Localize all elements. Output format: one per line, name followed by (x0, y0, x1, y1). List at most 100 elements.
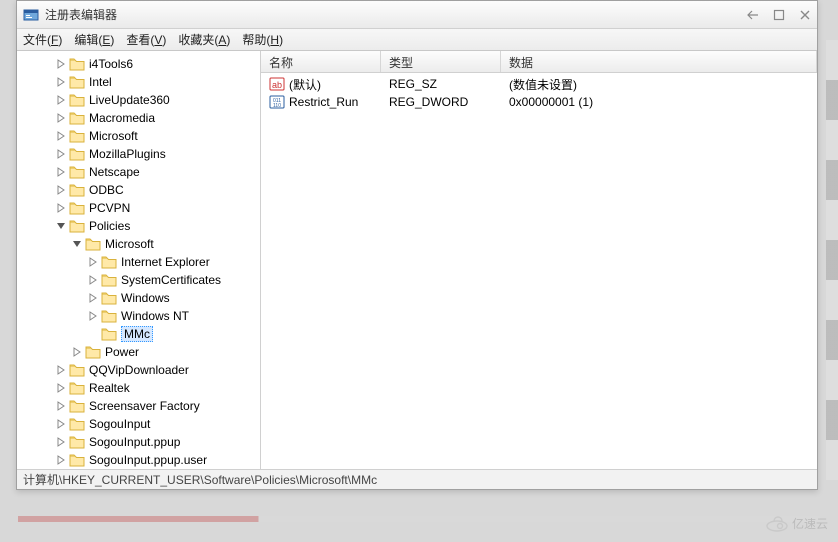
expander-icon[interactable] (87, 274, 99, 286)
expander-icon[interactable] (55, 400, 67, 412)
watermark: 亿速云 (766, 515, 828, 532)
tree-item[interactable]: i4Tools6 (17, 55, 260, 73)
value-type: REG_SZ (389, 77, 437, 91)
tree-item-label: SogouInput (89, 417, 150, 431)
menu-file[interactable]: 文件(F) (23, 31, 62, 48)
maximize-button[interactable] (773, 9, 785, 21)
tree-item-label: SogouInput.ppup.user (89, 453, 207, 467)
tree-item[interactable]: QQVipDownloader (17, 361, 260, 379)
expander-icon[interactable] (87, 310, 99, 322)
menu-help[interactable]: 帮助(H) (242, 31, 283, 48)
tree-item[interactable]: Policies (17, 217, 260, 235)
titlebar[interactable]: 注册表编辑器 (17, 1, 817, 29)
expander-icon[interactable] (71, 238, 83, 250)
expander-icon[interactable] (55, 418, 67, 430)
tree-item[interactable]: Netscape (17, 163, 260, 181)
status-path: 计算机\HKEY_CURRENT_USER\Software\Policies\… (23, 471, 377, 488)
minimize-button[interactable] (747, 9, 759, 21)
value-type: REG_DWORD (389, 95, 468, 109)
expander-icon[interactable] (55, 130, 67, 142)
menu-view[interactable]: 查看(V) (126, 31, 166, 48)
tree-item[interactable]: MMc (17, 325, 260, 343)
tree-item[interactable]: SogouInput (17, 415, 260, 433)
expander-icon[interactable] (87, 256, 99, 268)
tree-item[interactable]: Intel (17, 73, 260, 91)
expander-icon[interactable] (55, 202, 67, 214)
menu-favorites[interactable]: 收藏夹(A) (178, 31, 230, 48)
expander-icon[interactable] (55, 76, 67, 88)
tree-item-label: LiveUpdate360 (89, 93, 170, 107)
expander-icon[interactable] (87, 292, 99, 304)
list-row[interactable]: ab(默认)REG_SZ(数值未设置) (261, 75, 817, 93)
list-row[interactable]: 011110Restrict_RunREG_DWORD0x00000001 (1… (261, 93, 817, 111)
expander-icon[interactable] (55, 58, 67, 70)
tree-item[interactable]: Power (17, 343, 260, 361)
tree-item[interactable]: Realtek (17, 379, 260, 397)
tree-item[interactable]: Macromedia (17, 109, 260, 127)
expander-icon[interactable] (55, 436, 67, 448)
tree-item-label: SogouInput.ppup (89, 435, 180, 449)
registry-tree: i4Tools6 Intel LiveUpdate360 Macromedia Micr… (17, 55, 260, 469)
tree-item[interactable]: ODBC (17, 181, 260, 199)
value-name: (默认) (289, 76, 321, 93)
list-pane[interactable]: 名称 类型 数据 ab(默认)REG_SZ(数值未设置)011110Restri… (261, 51, 817, 469)
tree-item-label: MozillaPlugins (89, 147, 166, 161)
tree-item[interactable]: SystemCertificates (17, 271, 260, 289)
menubar: 文件(F) 编辑(E) 查看(V) 收藏夹(A) 帮助(H) (17, 29, 817, 51)
tree-item-label: QQVipDownloader (89, 363, 189, 377)
tree-item[interactable]: Microsoft (17, 127, 260, 145)
tree-item[interactable]: Microsoft (17, 235, 260, 253)
tree-item[interactable]: SogouInput.ppup (17, 433, 260, 451)
tree-item-label: Macromedia (89, 111, 155, 125)
expander-icon[interactable] (55, 148, 67, 160)
tree-item-label: Screensaver Factory (89, 399, 200, 413)
tree-item-label: Internet Explorer (121, 255, 210, 269)
tree-item[interactable]: Internet Explorer (17, 253, 260, 271)
tree-item[interactable]: Screensaver Factory (17, 397, 260, 415)
app-icon (23, 7, 39, 23)
tree-item-label: i4Tools6 (89, 57, 133, 71)
expander-icon[interactable] (55, 454, 67, 466)
tree-item-label: Windows (121, 291, 170, 305)
column-header-data[interactable]: 数据 (501, 51, 817, 72)
expander-icon[interactable] (55, 94, 67, 106)
column-header-name[interactable]: 名称 (261, 51, 381, 72)
window-title: 注册表编辑器 (45, 6, 117, 23)
tree-item-label: Microsoft (89, 129, 138, 143)
svg-text:ab: ab (272, 80, 282, 90)
tree-item-label: Microsoft (105, 237, 154, 251)
list-header: 名称 类型 数据 (261, 51, 817, 73)
tree-item[interactable]: Windows NT (17, 307, 260, 325)
background-decor (826, 40, 838, 480)
tree-item-label: Realtek (89, 381, 130, 395)
expander-icon[interactable] (55, 382, 67, 394)
expander-icon[interactable] (71, 346, 83, 358)
tree-item-label: SystemCertificates (121, 273, 221, 287)
content-area: i4Tools6 Intel LiveUpdate360 Macromedia Micr… (17, 51, 817, 469)
tree-item-label: MMc (121, 326, 153, 342)
regedit-window: 注册表编辑器 文件(F) 编辑(E) 查看(V) 收藏夹(A) 帮助(H) i4… (16, 0, 818, 490)
value-data: 0x00000001 (1) (509, 95, 593, 109)
expander-icon[interactable] (55, 184, 67, 196)
column-header-type[interactable]: 类型 (381, 51, 501, 72)
menu-edit[interactable]: 编辑(E) (74, 31, 114, 48)
statusbar: 计算机\HKEY_CURRENT_USER\Software\Policies\… (17, 469, 817, 489)
tree-item-label: PCVPN (89, 201, 130, 215)
svg-text:110: 110 (273, 103, 281, 109)
expander-icon[interactable] (55, 220, 67, 232)
watermark-text: 亿速云 (792, 515, 828, 532)
tree-item-label: Policies (89, 219, 130, 233)
tree-item[interactable]: PCVPN (17, 199, 260, 217)
tree-item-label: Netscape (89, 165, 140, 179)
tree-item[interactable]: MozillaPlugins (17, 145, 260, 163)
expander-icon[interactable] (87, 328, 99, 340)
expander-icon[interactable] (55, 166, 67, 178)
tree-item[interactable]: SogouInput.ppup.user (17, 451, 260, 469)
expander-icon[interactable] (55, 364, 67, 376)
tree-item[interactable]: Windows (17, 289, 260, 307)
tree-item-label: Windows NT (121, 309, 189, 323)
tree-pane[interactable]: i4Tools6 Intel LiveUpdate360 Macromedia Micr… (17, 51, 261, 469)
tree-item[interactable]: LiveUpdate360 (17, 91, 260, 109)
expander-icon[interactable] (55, 112, 67, 124)
close-button[interactable] (799, 9, 811, 21)
